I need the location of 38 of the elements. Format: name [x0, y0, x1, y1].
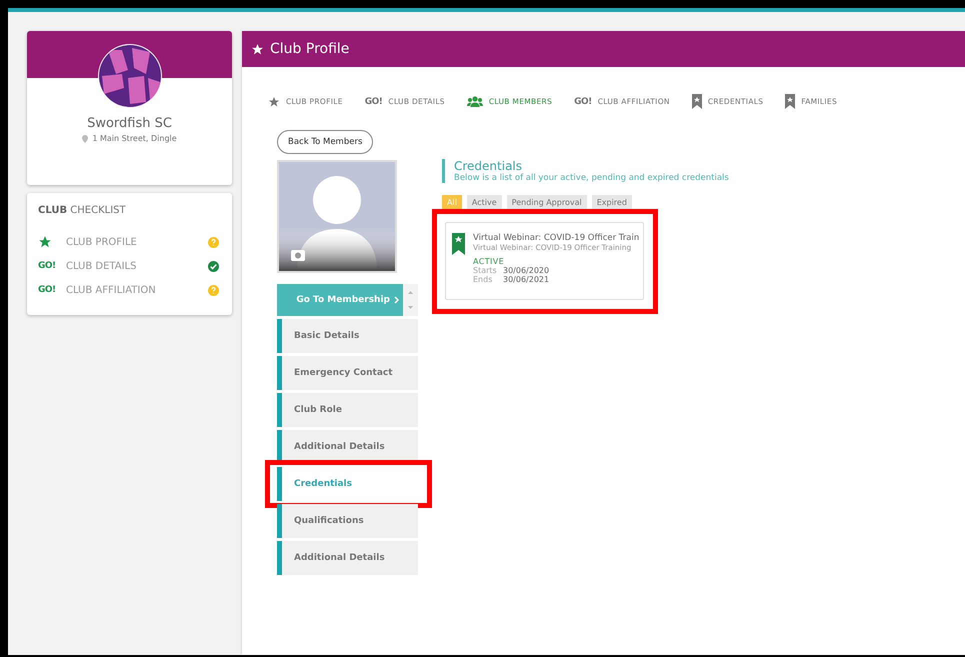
section-subtitle: Below is a list of all your active, pending and expired credentials: [454, 173, 729, 183]
filter-tab[interactable]: Expired: [592, 195, 632, 210]
credential-title: Virtual Webinar: COVID-19 Officer Train: [473, 233, 640, 243]
filter-tab[interactable]: Active: [466, 195, 502, 210]
bookmark-icon: [692, 94, 702, 109]
ribbon-icon: [452, 233, 465, 255]
checklist-item: CLUB PROFILE: [66, 236, 138, 248]
star-icon: [38, 235, 52, 249]
member-nav-item[interactable]: Qualifications: [277, 504, 418, 538]
checklist-item: CLUB DETAILS: [66, 260, 138, 272]
club-address: 1 Main Street, Dingle: [92, 134, 177, 143]
chevron-right-icon: [394, 296, 399, 304]
scroll-arrows-icon[interactable]: [403, 284, 418, 316]
member-nav-item[interactable]: Additional Details: [277, 541, 418, 575]
bookmark-icon: [785, 94, 796, 109]
member-nav-item[interactable]: Club Role: [277, 393, 418, 427]
page-title: Club Profile: [270, 41, 350, 57]
end-date: 30/06/2021: [503, 275, 550, 284]
go-logo: GO!: [574, 96, 592, 106]
membership-button[interactable]: Go To Membership: [277, 284, 403, 316]
checklist-item: CLUB AFFILIATION: [66, 284, 157, 296]
date-label: Ends: [473, 275, 493, 284]
checklist-title: CLUB CHECKLIST: [38, 205, 127, 216]
section-title: Credentials: [454, 159, 524, 173]
member-nav-item[interactable]: Emergency Contact: [277, 356, 418, 390]
club-name: Swordfish SC: [87, 116, 172, 131]
star-icon: [251, 42, 264, 56]
star-icon: [268, 96, 280, 108]
filter-tab[interactable]: Pending Approval: [506, 195, 587, 210]
member-nav-item[interactable]: Basic Details: [277, 319, 418, 353]
go-logo: GO!: [38, 285, 56, 295]
back-button[interactable]: Back To Members: [277, 130, 374, 154]
go-logo: GO!: [364, 96, 382, 106]
status-label: ACTIVE: [473, 257, 506, 266]
go-logo: GO!: [38, 261, 56, 271]
people-icon: [466, 96, 483, 107]
start-date: 30/06/2020: [503, 266, 550, 275]
location-pin-icon: [82, 134, 88, 142]
